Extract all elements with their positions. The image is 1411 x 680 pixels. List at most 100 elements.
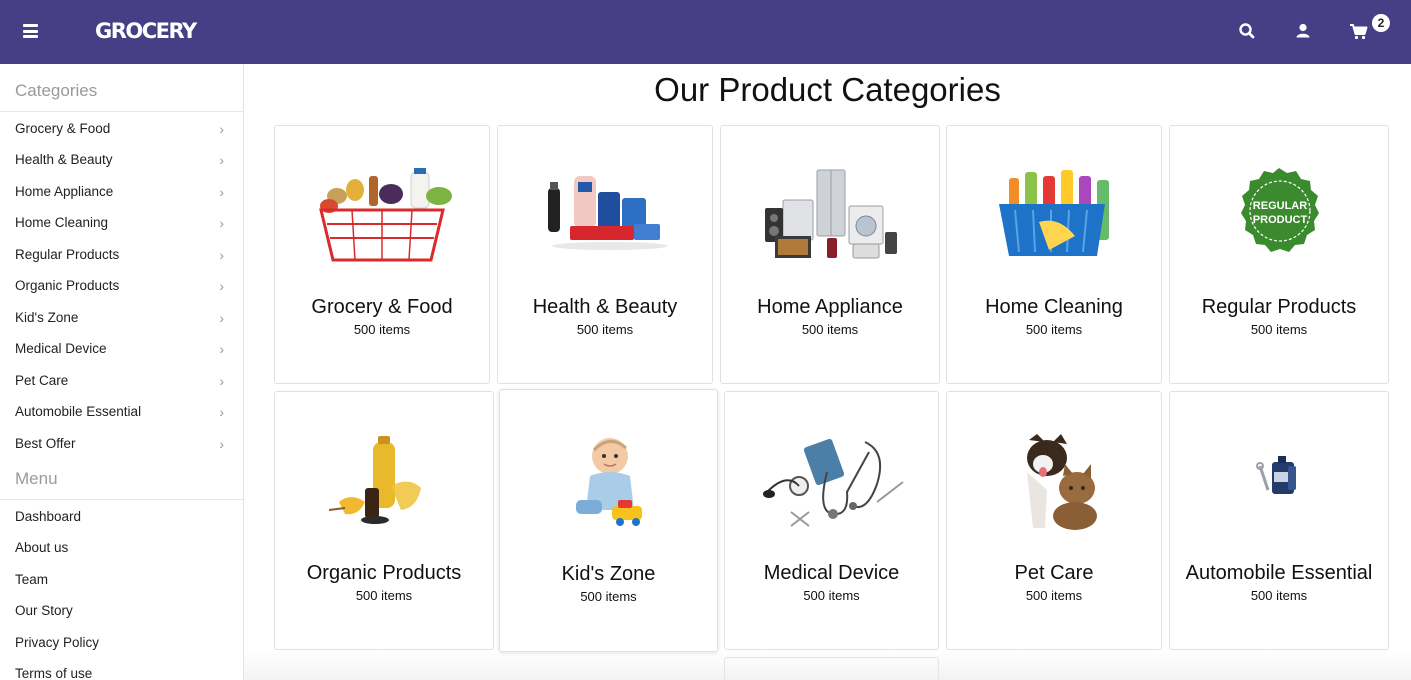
sidebar-item-label: Regular Products [15, 247, 120, 262]
category-name: Health & Beauty [532, 296, 678, 318]
chevron-right-icon: › [219, 184, 224, 200]
chevron-right-icon: › [219, 310, 224, 326]
item-count: 500 items [1025, 587, 1083, 603]
categories-heading: Categories [15, 81, 98, 100]
chevron-right-icon: › [219, 278, 224, 294]
category-name: Organic Products [306, 562, 462, 584]
sidebar-item-label: Health & Beauty [15, 152, 113, 167]
sidebar-item-label: Automobile Essential [15, 404, 142, 419]
logo[interactable]: GROCERY [95, 18, 197, 44]
sidebar-item-label: Organic Products [15, 278, 120, 293]
category-title: Health & Beauty 500 items [506, 296, 704, 341]
cart-count-badge: 2 [1372, 14, 1390, 32]
item-count: 500 items [803, 587, 860, 603]
grocery-basket-image [307, 166, 457, 270]
page-title: Our Product Categories [654, 71, 1001, 108]
cleaning-supplies-basket-image [979, 166, 1129, 270]
sidebar-item-organic-products[interactable]: Organic Products › [15, 275, 229, 297]
sidebar-item-health-beauty[interactable]: Health & Beauty › [15, 149, 229, 171]
search-icon[interactable] [1236, 20, 1258, 42]
sidebar-item-label: Best Offer [15, 436, 76, 451]
category-title: Medical Device 500 items [733, 562, 930, 607]
sidebar-item-regular-products[interactable]: Regular Products › [15, 244, 229, 266]
category-card-home-cleaning[interactable]: Home Cleaning 500 items [946, 125, 1162, 384]
chevron-right-icon: › [219, 341, 224, 357]
item-count: 500 items [1025, 321, 1083, 337]
category-title: Kid's Zone 500 items [508, 563, 709, 608]
menu-item-privacy-policy[interactable]: Privacy Policy [15, 632, 229, 654]
cart-icon[interactable] [1348, 20, 1370, 42]
category-title: Pet Care 500 items [955, 562, 1153, 607]
divider [0, 499, 243, 500]
chevron-right-icon: › [219, 404, 224, 420]
menu-item-dashboard[interactable]: Dashboard [15, 506, 229, 528]
category-name: Regular Products [1201, 296, 1357, 318]
sidebar-item-label: Grocery & Food [15, 121, 111, 136]
category-card-pet-care[interactable]: Pet Care 500 items [946, 391, 1162, 650]
category-title: Organic Products 500 items [283, 562, 485, 607]
chevron-right-icon: › [219, 152, 224, 168]
sidebar-item-label: Home Appliance [15, 184, 114, 199]
menu-item-about-us[interactable]: About us [15, 537, 229, 559]
menu-item-our-story[interactable]: Our Story [15, 600, 229, 622]
dog-and-cat-image [979, 432, 1129, 536]
category-card-regular-products[interactable]: REGULAR PRODUCT Regular Products 500 item… [1169, 125, 1389, 384]
category-name: Home Cleaning [985, 296, 1123, 318]
item-count: 500 items [801, 321, 859, 337]
category-card-partial[interactable] [724, 657, 939, 680]
sidebar-item-label: Pet Care [15, 373, 69, 388]
menu-item-team[interactable]: Team [15, 569, 229, 591]
chevron-right-icon: › [219, 436, 224, 452]
category-title: Grocery & Food 500 items [283, 296, 481, 341]
category-title: Home Appliance 500 items [729, 296, 931, 341]
sidebar-item-automobile-essential[interactable]: Automobile Essential › [15, 401, 229, 423]
sidebar-item-kids-zone[interactable]: Kid's Zone › [15, 307, 229, 329]
category-card-home-appliance[interactable]: Home Appliance 500 items [720, 125, 940, 384]
baby-with-toy-car-image [534, 430, 684, 534]
sidebar-item-label: Kid's Zone [15, 310, 79, 325]
category-name: Medical Device [763, 562, 900, 584]
category-card-health-beauty[interactable]: Health & Beauty 500 items [497, 125, 713, 384]
category-title: Automobile Essential 500 items [1178, 562, 1380, 607]
sidebar-item-label: Medical Device [15, 341, 107, 356]
item-count: 500 items [353, 321, 411, 337]
sidebar-item-medical-device[interactable]: Medical Device › [15, 338, 229, 360]
category-title: Home Cleaning 500 items [955, 296, 1153, 341]
menu-item-terms-of-use[interactable]: Terms of use [15, 663, 229, 680]
chevron-right-icon: › [219, 373, 224, 389]
category-name: Pet Care [1014, 562, 1094, 584]
chevron-right-icon: › [219, 215, 224, 231]
sidebar-item-home-appliance[interactable]: Home Appliance › [15, 181, 229, 203]
category-card-grocery-food[interactable]: Grocery & Food 500 items [274, 125, 490, 384]
sidebar: Categories Grocery & Food › Health & Beau… [0, 64, 244, 680]
category-card-medical-device[interactable]: Medical Device 500 items [724, 391, 939, 650]
category-card-organic-products[interactable]: Organic Products 500 items [274, 391, 494, 650]
divider [0, 111, 243, 112]
motor-oil-can-image [1204, 432, 1354, 536]
item-count: 500 items [1250, 587, 1308, 603]
category-card-automobile-essential[interactable]: Automobile Essential 500 items [1169, 391, 1389, 650]
badge-text-regular: REGULAR [1253, 200, 1307, 212]
health-beauty-products-image [530, 166, 680, 270]
organic-oil-image [309, 432, 459, 536]
category-name: Home Appliance [757, 296, 903, 318]
chevron-right-icon: › [219, 121, 224, 137]
category-name: Grocery & Food [311, 296, 453, 318]
item-count: 500 items [576, 321, 634, 337]
sidebar-item-grocery-food[interactable]: Grocery & Food › [15, 118, 229, 140]
menu-heading: Menu [15, 469, 58, 488]
category-name: Automobile Essential [1185, 562, 1373, 584]
sidebar-item-home-cleaning[interactable]: Home Cleaning › [15, 212, 229, 234]
sidebar-item-label: Home Cleaning [15, 215, 109, 230]
sidebar-item-best-offer[interactable]: Best Offer › [15, 433, 229, 455]
medical-instruments-image [757, 432, 907, 536]
sidebar-item-pet-care[interactable]: Pet Care › [15, 370, 229, 392]
home-appliances-image [755, 166, 905, 270]
category-title: Regular Products 500 items [1178, 296, 1380, 341]
regular-product-badge-image: REGULAR PRODUCT [1204, 166, 1354, 270]
item-count: 500 items [355, 587, 413, 603]
user-icon[interactable] [1292, 20, 1314, 42]
menu-icon[interactable] [23, 24, 38, 38]
category-name: Kid's Zone [561, 563, 656, 585]
category-card-kids-zone[interactable]: Kid's Zone 500 items [499, 389, 718, 652]
